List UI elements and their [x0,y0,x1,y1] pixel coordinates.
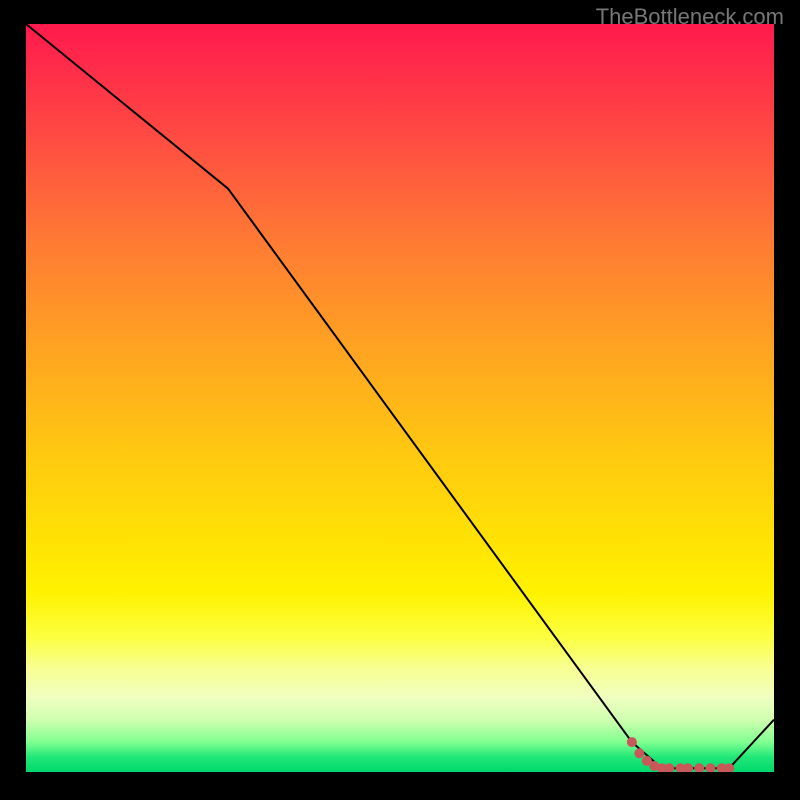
marker-series [627,737,734,772]
chart-area [26,24,774,772]
marker-point [627,737,637,747]
line-path [26,24,774,768]
watermark-text: TheBottleneck.com [596,4,784,30]
marker-point [664,763,674,772]
chart-svg [26,24,774,772]
marker-point [705,763,715,772]
marker-point [634,748,644,758]
marker-point [694,763,704,772]
marker-point [683,763,693,772]
line-series [26,24,774,768]
